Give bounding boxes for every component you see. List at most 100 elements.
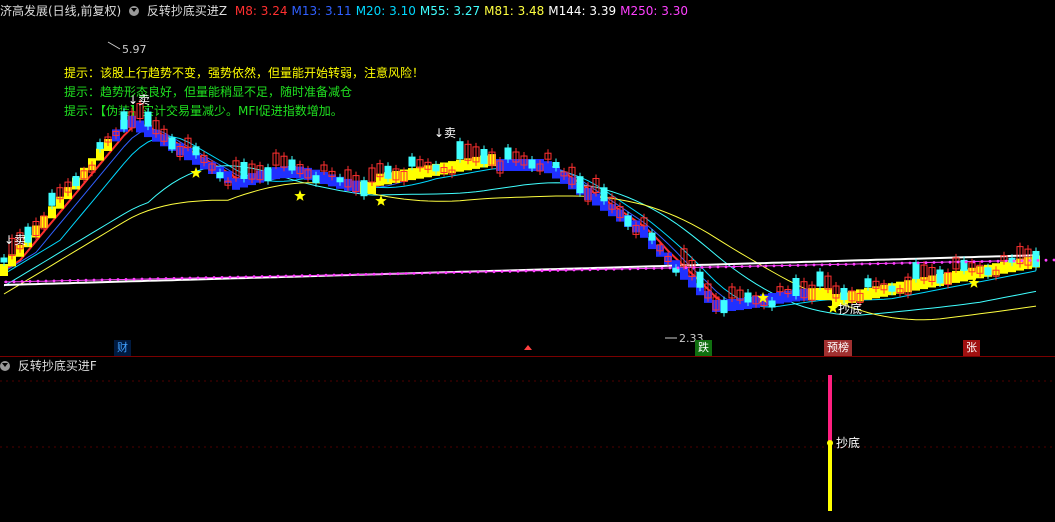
ma250-dot [68,279,72,282]
signal-dot [827,440,833,446]
ma250-dot [924,261,928,265]
ma250-dot [564,268,568,272]
ma250-dot [420,271,424,275]
ma250-dot [796,264,800,267]
ma250-dot [316,274,320,277]
ma250-dot [428,271,432,275]
ma250-dot [940,261,944,264]
ma250-dot [636,267,640,271]
ma250-dot [804,263,808,267]
ma250-dot [52,279,56,283]
ma250-dot [500,270,504,273]
ma250-dot [436,271,440,275]
candle-body [288,159,296,171]
candle-body [456,141,464,160]
star-signal-icon [294,190,306,201]
ma250-dot [668,266,672,270]
ma250-dot [124,278,128,281]
candle-body [936,269,944,284]
ma250-dot [956,260,960,264]
ma250-dot [172,277,176,280]
ma250-dot [884,262,888,265]
ma250-dot [380,272,384,276]
ma250-dot [476,270,480,274]
candle-body [720,300,728,314]
ma250-dot [908,261,912,265]
ma250-dot [276,274,280,278]
ma250-dot [604,268,608,271]
sub-indicator-pane[interactable]: 反转抄底买进F 抄底 [0,357,1055,522]
badge-ranking[interactable]: 预榜 [824,340,852,356]
ma250-dot [284,274,288,278]
ma250-dot [628,267,632,271]
ma250-dot [876,262,880,266]
ma250-dot [532,269,536,273]
ma250-dot [60,279,64,283]
ma250-dot [244,275,248,279]
ma250-dot [484,270,488,274]
ma250-dot [492,270,496,274]
high-price-label: 5.97 [122,43,147,56]
ma250-dot [148,277,152,281]
candle-body [816,271,824,287]
ma250-dot [1028,259,1032,262]
ma250-dot [44,279,48,283]
candle-body [792,278,800,296]
ma250-dot [740,265,744,268]
ma250-dot [644,267,648,270]
candle-body [0,257,8,263]
ma250-dot [252,275,256,279]
badge-fall[interactable]: 跌 [695,340,712,356]
sub-signal-label: 抄底 [836,435,860,450]
badge-rise[interactable]: 张 [963,340,980,356]
candle-body [408,156,416,167]
candle-body [768,300,776,308]
ma250-dot [716,265,720,269]
ma250-dot [556,269,560,272]
candlestick-chart[interactable]: 5.97 2.33 ↓卖 ↓卖 ↓卖 抄底 [0,0,1055,357]
ma250-dot [388,272,392,276]
ma250-dot [28,280,32,283]
ma250-dot [1004,259,1008,263]
ma250-dot [972,260,976,264]
ma250-dot [852,262,856,266]
candle-body [840,288,848,300]
candle-body [888,285,896,292]
candle-body [192,146,200,156]
candle-body [576,176,584,194]
ma250-dot [1012,259,1016,263]
candle-body [240,162,248,179]
ma250-dot [540,269,544,273]
ma250-dot [164,277,168,280]
candle-body [696,271,704,288]
badge-finance[interactable]: 财 [114,340,131,356]
signal-bar-top [828,375,832,443]
ma250-dot [724,265,728,269]
ma250-dot [652,267,656,270]
ma250-dot [548,269,552,272]
ma250-dot [684,266,688,270]
ma250-dot [116,278,120,281]
ma250-dot [76,279,80,282]
ma250-dot [588,268,592,272]
ma250-dot [676,266,680,270]
ma250-dot [860,262,864,266]
main-chart-pane[interactable]: 济高发展(日线,前复权) 反转抄底买进Z M8: 3.24 M13: 3.11 M2… [0,0,1055,357]
sell-signal-2: ↓卖 [128,93,150,107]
ma250-dot [612,267,616,271]
ma250-dot [756,264,760,268]
ma250-dot [220,276,224,279]
ma250-dot [204,276,208,280]
candle-body [480,149,488,164]
ma250-dot [340,273,344,277]
ma250-dot [988,260,992,263]
ma250-dot [596,268,600,271]
ma250-dot [196,276,200,280]
ma250-dot [140,277,144,281]
marker-up-icon [524,345,532,350]
ma250-dot [12,280,16,284]
ma250-dot [404,272,408,275]
candle-body [528,159,536,169]
ma250-dot [108,278,112,282]
ma250-dot [692,266,696,269]
